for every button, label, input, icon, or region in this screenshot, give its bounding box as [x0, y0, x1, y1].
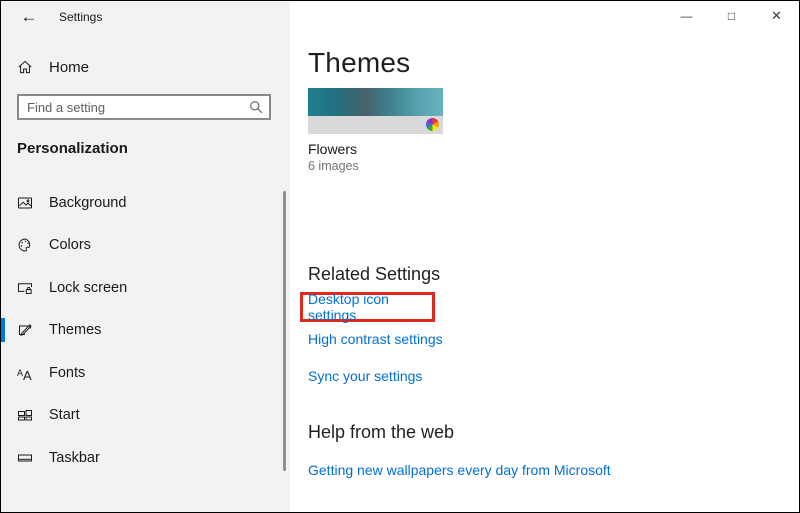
lock-screen-icon	[17, 280, 33, 296]
getting-new-wallpapers-link[interactable]: Getting new wallpapers every day from Mi…	[308, 462, 611, 478]
sidebar-item-start[interactable]: Start	[1, 394, 290, 436]
home-icon	[17, 59, 33, 75]
settings-window: ← Settings Home Personalization	[0, 0, 800, 513]
annotation-highlight-box: Desktop icon settings	[300, 291, 435, 323]
sidebar-item-label: Start	[49, 407, 80, 423]
color-wheel-icon	[426, 118, 439, 131]
palette-icon	[17, 237, 33, 253]
sidebar-item-home[interactable]: Home	[1, 50, 290, 84]
maximize-button[interactable]: □	[709, 1, 754, 33]
sidebar-item-fonts[interactable]: AA Fonts	[1, 352, 290, 394]
theme-name: Flowers	[308, 141, 358, 157]
sidebar-item-label: Taskbar	[49, 450, 100, 466]
sidebar-item-label: Background	[49, 195, 127, 211]
theme-thumb-strip	[308, 116, 443, 134]
desktop-icon-settings-link[interactable]: Desktop icon settings	[308, 291, 432, 323]
section-header-personalization: Personalization	[17, 140, 128, 157]
sidebar-item-colors[interactable]: Colors	[1, 224, 290, 266]
high-contrast-settings-link[interactable]: High contrast settings	[308, 331, 443, 347]
search-icon[interactable]	[248, 99, 264, 115]
minimize-button[interactable]: —	[664, 1, 709, 33]
sidebar-item-taskbar[interactable]: Taskbar	[1, 437, 290, 479]
sync-your-settings-link[interactable]: Sync your settings	[308, 368, 422, 384]
sidebar-item-label: Themes	[49, 322, 102, 338]
sidebar-item-lock-screen[interactable]: Lock screen	[1, 267, 290, 309]
window-controls: — □ ✕	[664, 1, 799, 33]
app-title: Settings	[59, 10, 103, 24]
search-box	[17, 94, 271, 120]
start-tiles-icon	[17, 407, 33, 423]
main-content: — □ ✕ Themes Flowers 6 images Related Se…	[290, 1, 799, 512]
sidebar-scrollbar[interactable]	[283, 191, 286, 471]
sidebar-item-themes[interactable]: Themes	[1, 309, 290, 351]
close-button[interactable]: ✕	[754, 1, 799, 33]
theme-image-count: 6 images	[308, 159, 359, 173]
theme-preview-image	[308, 88, 443, 116]
current-theme-thumbnail[interactable]	[308, 88, 443, 134]
back-icon[interactable]: ←	[15, 5, 43, 29]
fonts-icon: AA	[17, 368, 32, 383]
page-title: Themes	[308, 47, 411, 78]
sidebar-item-label: Lock screen	[49, 280, 128, 296]
sidebar-item-label: Home	[49, 58, 90, 76]
sidebar-item-background[interactable]: Background	[1, 182, 290, 224]
themes-icon	[17, 322, 33, 338]
sidebar-item-label: Fonts	[49, 365, 86, 381]
help-from-web-heading: Help from the web	[308, 422, 455, 442]
image-icon	[17, 195, 33, 211]
taskbar-icon	[17, 450, 33, 466]
search-input[interactable]	[17, 94, 271, 120]
related-settings-heading: Related Settings	[308, 264, 441, 284]
sidebar: ← Settings Home Personalization	[1, 1, 290, 512]
sidebar-item-label: Colors	[49, 237, 91, 253]
